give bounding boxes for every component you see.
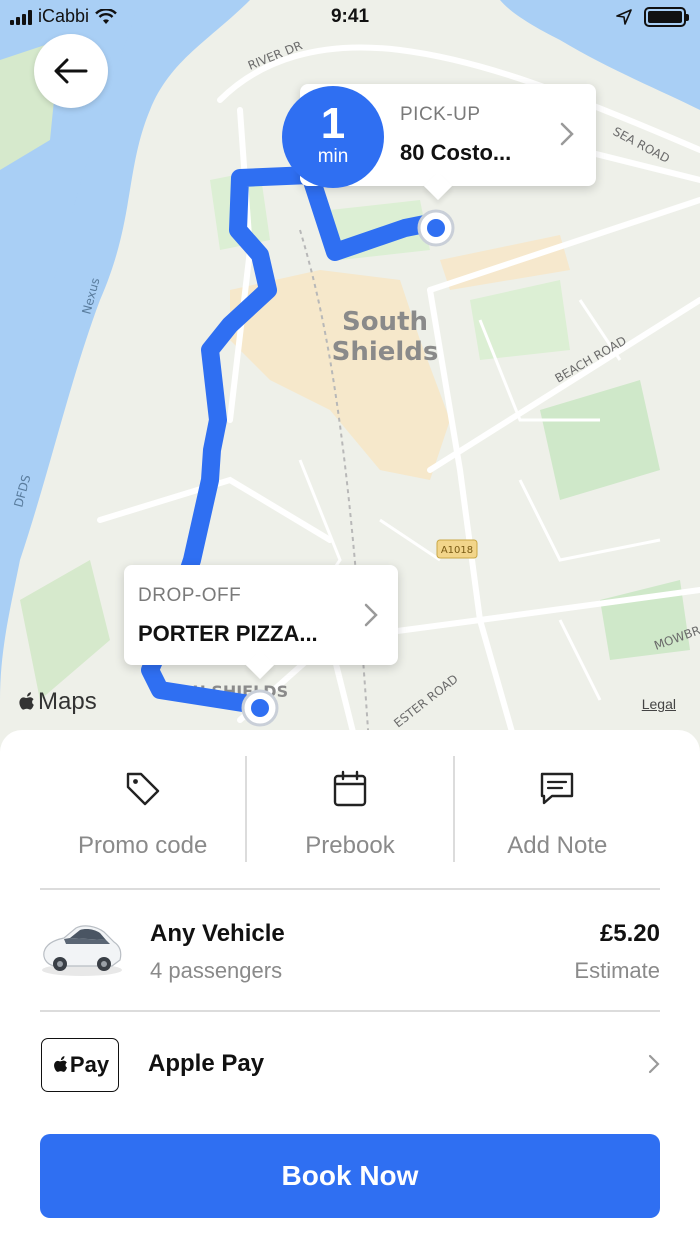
map-view[interactable]: A1018 RIVER DR SEA ROAD BEACH ROAD Nexus…	[0, 0, 700, 760]
prebook-label: Prebook	[305, 832, 395, 859]
eta-unit: min	[317, 146, 349, 167]
pickup-label: PICK-UP	[400, 104, 481, 125]
payment-method-label: Apple Pay	[148, 1050, 265, 1077]
booking-sheet: Promo code Prebook Add Note Any Vehicle …	[0, 730, 700, 1244]
apple-pay-badge: Pay	[41, 1038, 119, 1092]
fare-price: £5.20	[599, 920, 660, 947]
apple-logo-icon	[19, 692, 34, 710]
arrow-left-icon	[54, 58, 88, 84]
chevron-right-icon	[364, 603, 378, 627]
promo-code-label: Promo code	[77, 832, 208, 859]
payment-method-row[interactable]: Pay Apple Pay	[40, 1026, 660, 1104]
car-icon	[42, 925, 122, 976]
add-note-button[interactable]: Add Note	[452, 756, 660, 862]
vehicle-name: Any Vehicle	[150, 920, 285, 947]
dropoff-address: PORTER PIZZA...	[138, 621, 318, 646]
promo-code-button[interactable]: Promo code	[40, 756, 245, 862]
maps-logo: Maps	[16, 688, 97, 716]
chevron-right-icon	[648, 1054, 660, 1074]
status-bar: iCabbi 9:41	[0, 0, 700, 36]
action-row: Promo code Prebook Add Note	[40, 756, 660, 862]
fare-note: Estimate	[574, 958, 660, 983]
chevron-right-icon	[560, 122, 574, 146]
vehicle-passengers: 4 passengers	[150, 958, 283, 983]
dropoff-callout[interactable]: DROP-OFF PORTER PIZZA...	[124, 565, 398, 665]
svg-text:A1018: A1018	[441, 545, 473, 556]
divider	[40, 1010, 660, 1012]
book-now-button[interactable]: Book Now	[40, 1134, 660, 1218]
legal-link[interactable]: Legal	[642, 696, 676, 712]
clock: 9:41	[330, 6, 370, 27]
apple-logo-icon	[53, 1056, 67, 1072]
tag-icon	[126, 772, 159, 806]
note-icon	[541, 772, 574, 805]
maps-brand: Maps	[38, 688, 97, 715]
dropoff-label: DROP-OFF	[138, 585, 242, 606]
eta-value: 1	[320, 99, 346, 148]
add-note-label: Add Note	[507, 832, 608, 859]
apple-pay-badge-text: Pay	[69, 1052, 110, 1077]
svg-text:SouthShields: South Shields	[332, 307, 439, 367]
prebook-button[interactable]: Prebook	[245, 756, 452, 862]
location-arrow-icon	[616, 9, 632, 25]
pickup-address: 80 Costo...	[400, 140, 512, 165]
eta-badge: 1 min	[282, 86, 384, 188]
back-button[interactable]	[34, 34, 108, 108]
battery-icon	[644, 7, 689, 27]
calendar-icon	[333, 770, 367, 807]
vehicle-option[interactable]: Any Vehicle 4 passengers £5.20 Estimate	[40, 888, 660, 1010]
